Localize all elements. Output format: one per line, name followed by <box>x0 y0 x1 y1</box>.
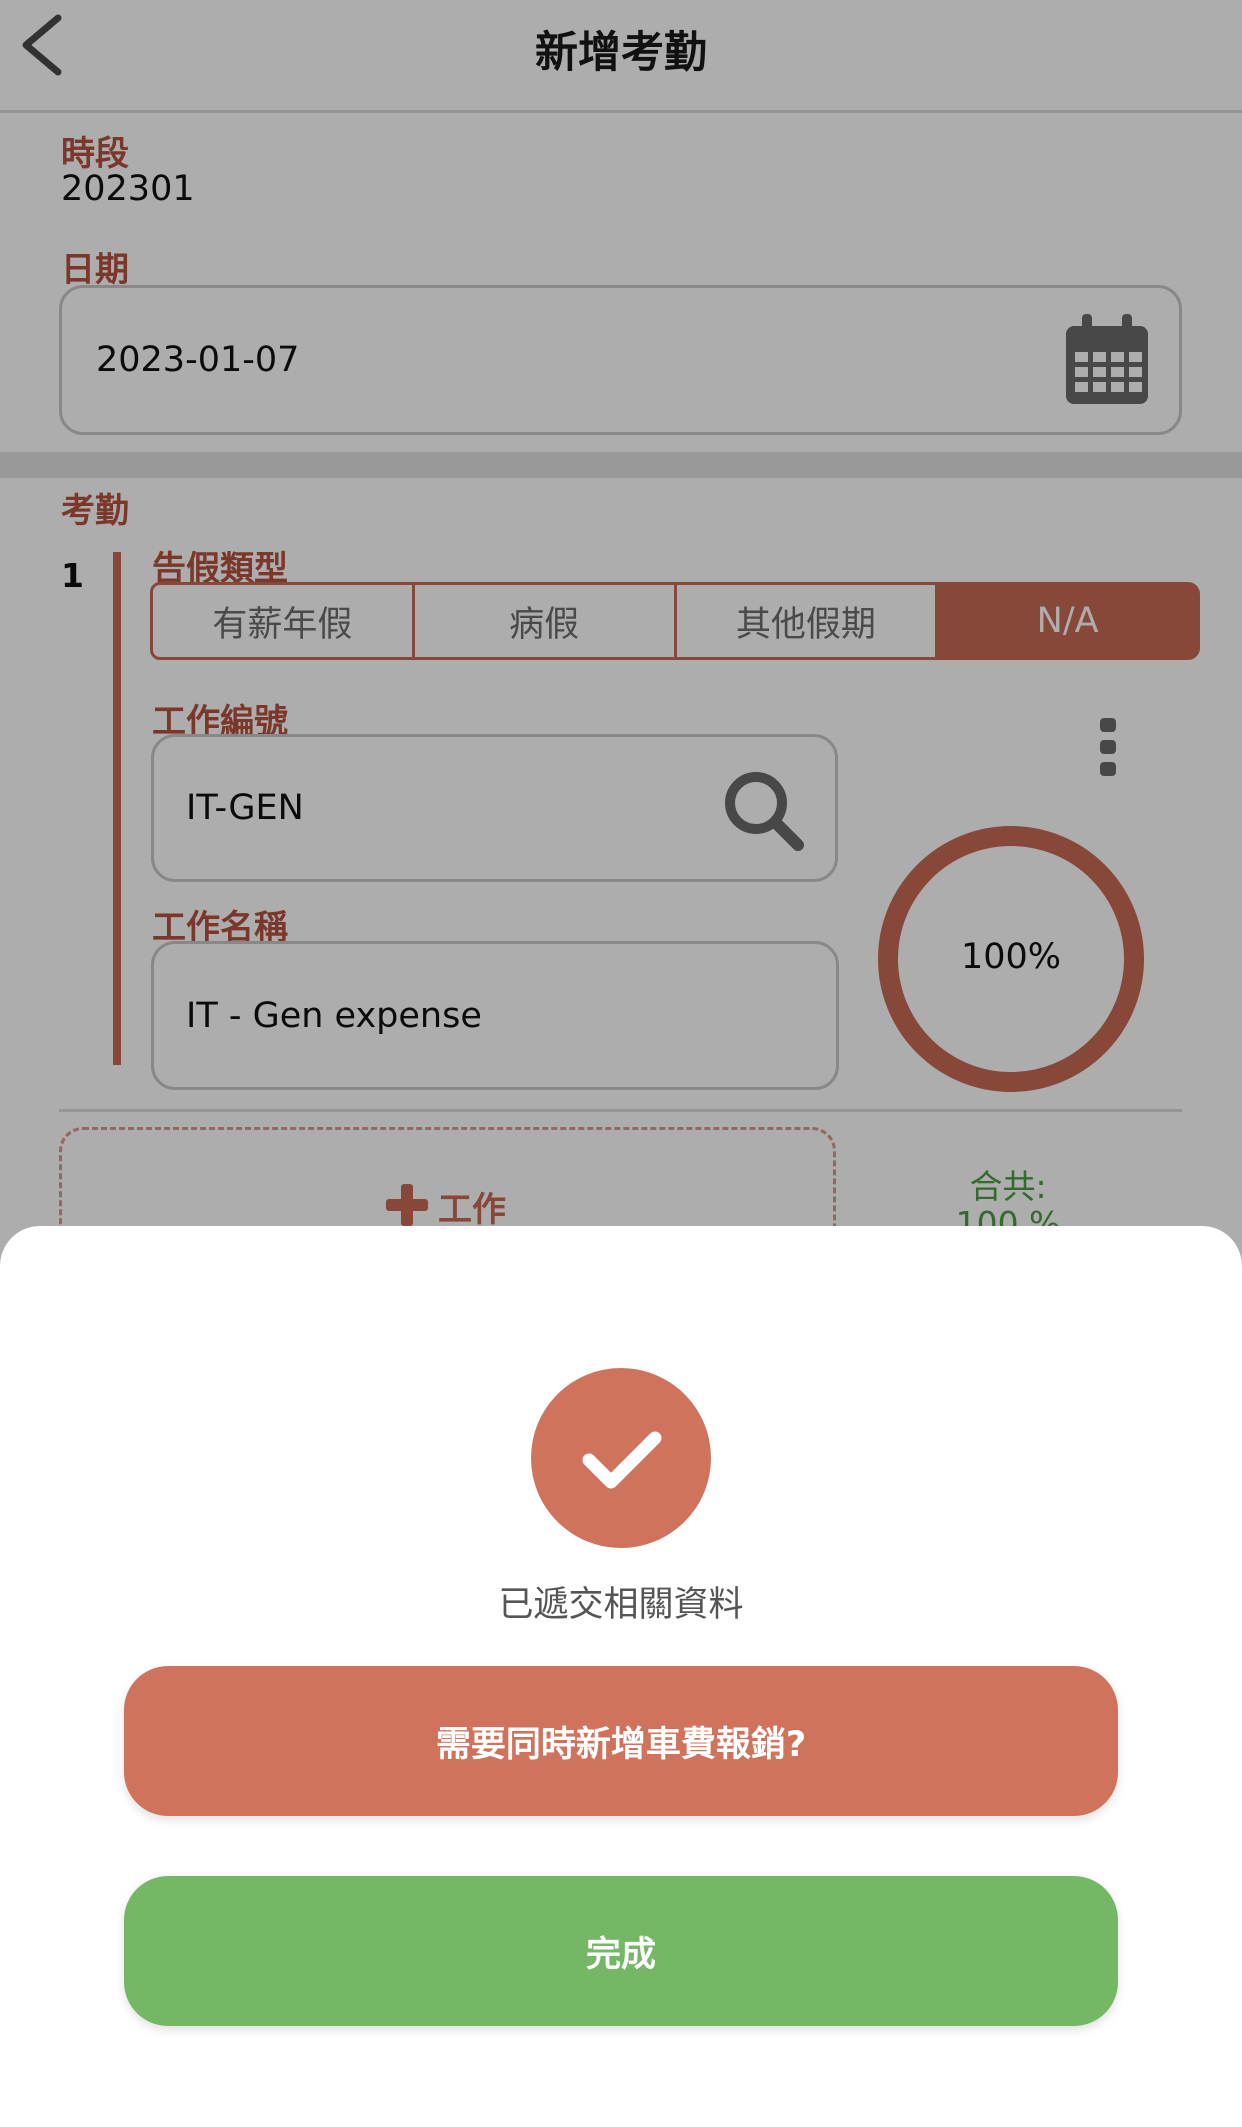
confirmation-sheet: 已遞交相關資料 需要同時新增車費報銷? 完成 <box>0 1226 1242 2127</box>
done-button[interactable]: 完成 <box>124 1876 1118 2026</box>
check-icon <box>531 1368 711 1548</box>
attendance-page: 新增考勤 時段 202301 日期 2023-01-07 考勤 1 告假類型 有… <box>0 0 1242 2127</box>
dialog-message: 已遞交相關資料 <box>498 1585 744 1625</box>
add-fare-claim-button[interactable]: 需要同時新增車費報銷? <box>124 1666 1118 1816</box>
